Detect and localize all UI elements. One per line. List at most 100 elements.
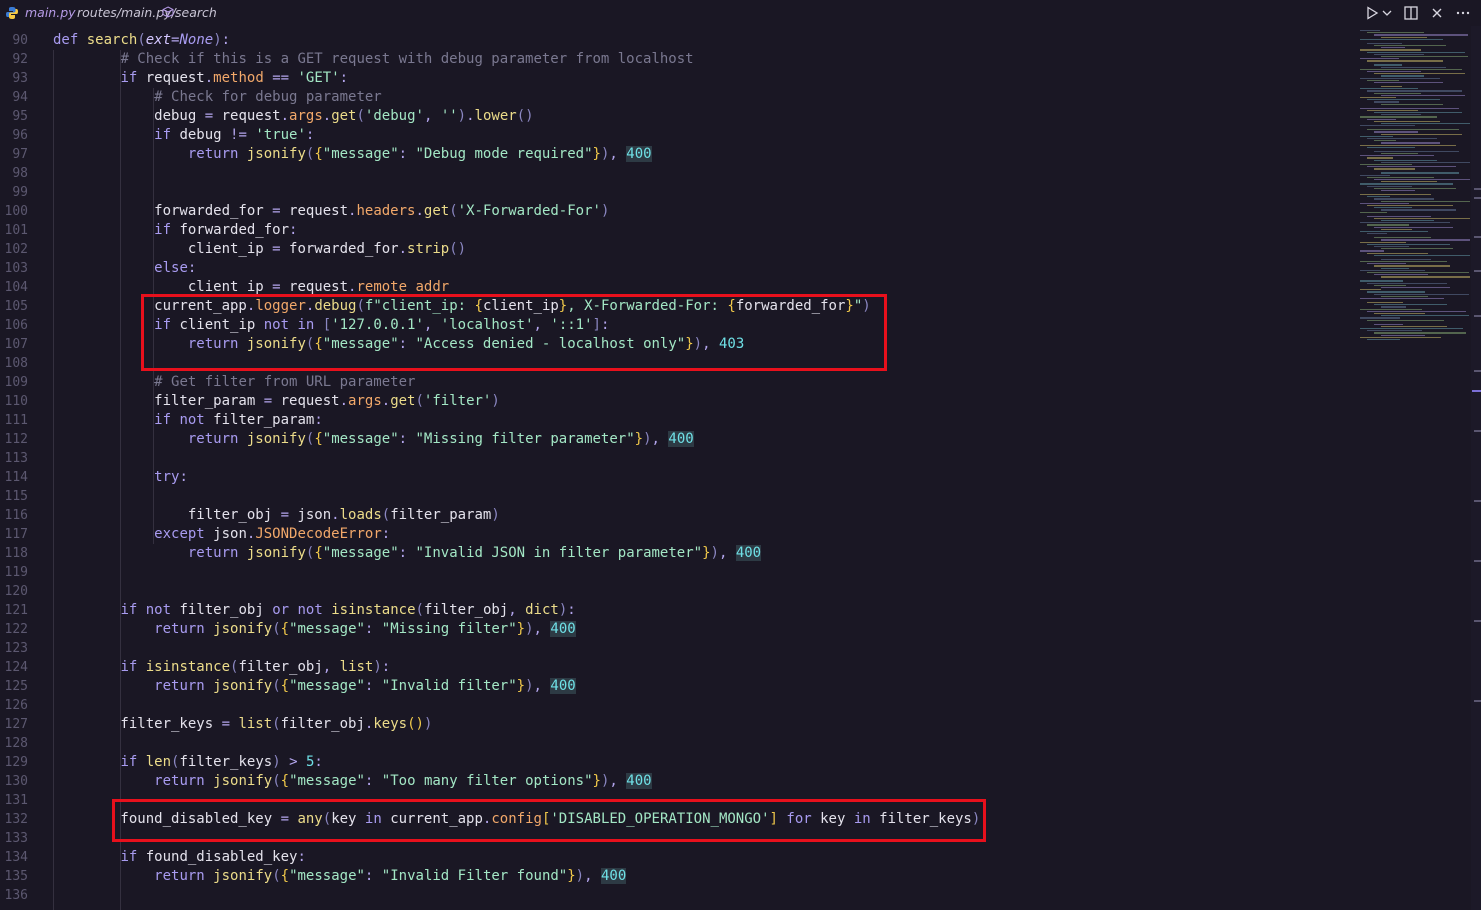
code-line[interactable]: 116 filter_obj = json.loads(filter_param… — [0, 506, 1356, 525]
code-line[interactable]: 134 if found_disabled_key: — [0, 848, 1356, 867]
minimap-line — [1360, 49, 1421, 51]
code-line[interactable]: 93 if request.method == 'GET': — [0, 69, 1356, 88]
code-line[interactable]: 101 if forwarded_for: — [0, 221, 1356, 240]
line-number: 108 — [4, 356, 28, 371]
minimap-line — [1367, 157, 1393, 159]
minimap-line — [1367, 90, 1462, 92]
code-line[interactable]: 113 — [0, 449, 1356, 468]
minimap-line — [1360, 280, 1403, 282]
code-line[interactable]: 102 client_ip = forwarded_for.strip() — [0, 240, 1356, 259]
line-code[interactable]: if not filter_param: — [53, 411, 323, 430]
code-line[interactable]: 126 — [0, 696, 1356, 715]
code-line[interactable]: 123 — [0, 639, 1356, 658]
minimap-line — [1367, 272, 1469, 274]
code-line[interactable]: 112 return jsonify({"message": "Missing … — [0, 430, 1356, 449]
line-number: 94 — [12, 90, 28, 105]
code-line[interactable]: 129 if len(filter_keys) > 5: — [0, 753, 1356, 772]
line-code[interactable]: if isinstance(filter_obj, list): — [53, 658, 390, 677]
line-number: 92 — [12, 52, 28, 67]
code-line[interactable]: 110 filter_param = request.args.get('fil… — [0, 392, 1356, 411]
line-code[interactable]: # Get filter from URL parameter — [53, 373, 415, 392]
code-line[interactable]: 92 # Check if this is a GET request with… — [0, 50, 1356, 69]
minimap-line — [1360, 202, 1409, 205]
minimap-line — [1367, 233, 1387, 235]
line-code[interactable]: # Check if this is a GET request with de… — [53, 50, 693, 69]
minimap-line — [1360, 58, 1399, 60]
breadcrumb-file[interactable]: main.py — [25, 5, 76, 20]
line-number: 112 — [4, 432, 28, 447]
code-line[interactable]: 125 return jsonify({"message": "Invalid … — [0, 677, 1356, 696]
code-line[interactable]: 135 return jsonify({"message": "Invalid … — [0, 867, 1356, 886]
code-line[interactable]: 98 — [0, 164, 1356, 183]
code-line[interactable]: 122 return jsonify({"message": "Missing … — [0, 620, 1356, 639]
line-code[interactable]: client_ip = forwarded_for.strip() — [53, 240, 466, 259]
code-line[interactable]: 100 forwarded_for = request.headers.get(… — [0, 202, 1356, 221]
minimap-line — [1374, 131, 1418, 133]
code-line[interactable]: 118 return jsonify({"message": "Invalid … — [0, 544, 1356, 563]
line-code[interactable]: else: — [53, 259, 196, 278]
line-code[interactable]: if found_disabled_key: — [53, 848, 305, 867]
code-line[interactable]: 119 — [0, 563, 1356, 582]
line-code[interactable]: if not filter_obj or not isinstance(filt… — [53, 601, 575, 620]
minimap-line — [1381, 248, 1453, 250]
line-code[interactable]: forwarded_for = request.headers.get('X-F… — [53, 202, 609, 221]
split-editor-icon[interactable] — [1403, 5, 1419, 21]
scrollbar-mark — [1474, 315, 1481, 317]
minimap-line — [1367, 42, 1402, 45]
line-code[interactable]: if debug != 'true': — [53, 126, 314, 145]
code-line[interactable]: 95 debug = request.args.get('debug', '')… — [0, 107, 1356, 126]
code-line[interactable]: 96 if debug != 'true': — [0, 126, 1356, 145]
code-line[interactable]: 114 try: — [0, 468, 1356, 487]
line-code[interactable]: # Check for debug parameter — [53, 88, 382, 107]
code-line[interactable]: 121 if not filter_obj or not isinstance(… — [0, 601, 1356, 620]
line-code[interactable]: return jsonify({"message": "Invalid Filt… — [53, 867, 627, 886]
minimap-line — [1374, 140, 1396, 142]
line-code[interactable]: return jsonify({"message": "Too many fil… — [53, 772, 652, 791]
line-code[interactable]: return jsonify({"message": "Missing filt… — [53, 430, 694, 449]
line-code[interactable]: if len(filter_keys) > 5: — [53, 753, 322, 772]
line-code[interactable]: debug = request.args.get('debug', '').lo… — [53, 107, 533, 126]
code-line[interactable]: 97 return jsonify({"message": "Debug mod… — [0, 145, 1356, 164]
code-line[interactable]: 127 filter_keys = list(filter_obj.keys()… — [0, 715, 1356, 734]
minimap-line — [1367, 282, 1447, 284]
minimap-line — [1381, 103, 1443, 105]
code-line[interactable]: 111 if not filter_param: — [0, 411, 1356, 430]
code-editor[interactable]: 90 def search(ext=None): 92 # Check if thi… — [0, 31, 1356, 910]
minimap-line — [1367, 243, 1450, 246]
scrollbar-mark — [1474, 236, 1481, 238]
code-line[interactable]: 130 return jsonify({"message": "Too many… — [0, 772, 1356, 791]
line-code[interactable]: if forwarded_for: — [53, 221, 297, 240]
breadcrumb-symbol[interactable]: search — [175, 5, 217, 20]
line-code[interactable]: except json.JSONDecodeError: — [53, 525, 390, 544]
code-line[interactable]: 103 else: — [0, 259, 1356, 278]
run-icon[interactable] — [1364, 5, 1380, 21]
code-line[interactable]: 128 — [0, 734, 1356, 753]
code-line[interactable]: 120 — [0, 582, 1356, 601]
breadcrumb-path[interactable]: routes/main.py/ — [77, 5, 176, 20]
minimap-line — [1381, 287, 1450, 289]
code-line[interactable]: 94 # Check for debug parameter — [0, 88, 1356, 107]
minimap[interactable] — [1356, 26, 1471, 346]
dropdown-chevron-icon[interactable] — [1381, 5, 1393, 21]
indent-guide — [120, 50, 121, 910]
code-line[interactable]: 136 — [0, 886, 1356, 905]
line-code[interactable]: return jsonify({"message": "Invalid filt… — [53, 677, 576, 696]
line-code[interactable]: return jsonify({"message": "Invalid JSON… — [53, 544, 762, 563]
code-line[interactable]: 117 except json.JSONDecodeError: — [0, 525, 1356, 544]
code-line[interactable]: 99 — [0, 183, 1356, 202]
minimap-line — [1367, 79, 1399, 82]
minimap-line — [1367, 138, 1437, 140]
vertical-scrollbar[interactable] — [1471, 26, 1481, 910]
line-code[interactable]: filter_keys = list(filter_obj.keys()) — [53, 715, 432, 734]
line-code[interactable]: def search(ext=None): — [53, 31, 230, 50]
code-line[interactable]: 90 def search(ext=None): — [0, 31, 1356, 50]
code-line[interactable]: 109 # Get filter from URL parameter — [0, 373, 1356, 392]
line-code[interactable]: if request.method == 'GET': — [53, 69, 348, 88]
minimap-line — [1381, 200, 1470, 202]
code-line[interactable]: 124 if isinstance(filter_obj, list): — [0, 658, 1356, 677]
close-icon[interactable] — [1429, 5, 1445, 21]
code-line[interactable]: 115 — [0, 487, 1356, 506]
more-actions-icon[interactable] — [1455, 5, 1471, 21]
line-code[interactable]: return jsonify({"message": "Debug mode r… — [53, 145, 652, 164]
line-code[interactable]: return jsonify({"message": "Missing filt… — [53, 620, 576, 639]
